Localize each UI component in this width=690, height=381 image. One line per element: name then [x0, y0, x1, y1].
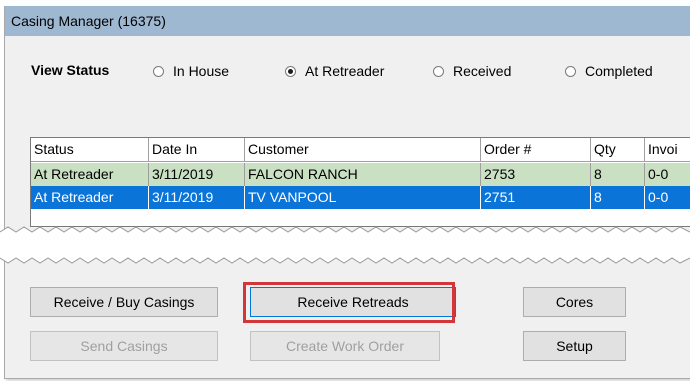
title-bar[interactable]: Casing Manager (16375) — [5, 6, 690, 36]
column-header-customer[interactable]: Customer — [245, 138, 481, 161]
table-row[interactable]: At Retreader 3/11/2019 FALCON RANCH 2753… — [31, 163, 690, 187]
create-work-order-button: Create Work Order — [250, 331, 440, 361]
torn-edge-divider — [0, 226, 690, 264]
column-header-invoice[interactable]: Invoi — [645, 138, 690, 161]
receive-buy-casings-button[interactable]: Receive / Buy Casings — [30, 287, 218, 317]
cores-button[interactable]: Cores — [523, 287, 626, 317]
cell-customer: FALCON RANCH — [245, 163, 481, 186]
callout-highlight-box — [243, 282, 455, 323]
table-header-row: Status Date In Customer Order # Qty Invo… — [31, 138, 690, 162]
cell-customer: TV VANPOOL — [245, 186, 481, 209]
radio-circle-icon — [433, 65, 444, 77]
view-status-label: View Status — [31, 62, 110, 78]
cell-date-in: 3/11/2019 — [149, 163, 245, 186]
cell-invoice: 0-0 — [648, 189, 669, 205]
view-status-group: View Status In House At Retreader Receiv… — [5, 60, 690, 84]
setup-button[interactable]: Setup — [523, 331, 626, 361]
radio-label-completed: Completed — [585, 63, 653, 79]
radio-label-in-house: In House — [173, 63, 230, 79]
cell-status: At Retreader — [31, 163, 149, 186]
radio-circle-icon — [565, 65, 576, 77]
cell-order: 2751 — [481, 186, 591, 209]
column-header-qty[interactable]: Qty — [591, 138, 645, 161]
cell-qty: 8 — [591, 186, 645, 209]
radio-received[interactable]: Received — [433, 60, 511, 82]
radio-label-received: Received — [453, 63, 512, 79]
radio-completed[interactable]: Completed — [565, 60, 653, 82]
cell-date-in: 3/11/2019 — [149, 186, 245, 209]
send-casings-button: Send Casings — [30, 331, 218, 361]
radio-at-retreader[interactable]: At Retreader — [285, 60, 384, 82]
radio-label-at-retreader: At Retreader — [305, 63, 385, 79]
table-row-selected[interactable]: At Retreader 3/11/2019 TV VANPOOL 2751 8… — [31, 186, 690, 209]
cell-qty: 8 — [591, 163, 645, 186]
column-header-order[interactable]: Order # — [481, 138, 591, 161]
cell-status: At Retreader — [31, 186, 149, 209]
cell-order: 2753 — [481, 163, 591, 186]
radio-checked-icon — [285, 65, 296, 77]
radio-circle-icon — [153, 65, 164, 77]
radio-in-house[interactable]: In House — [153, 60, 229, 82]
casing-manager-window: Casing Manager (16375) View Status In Ho… — [4, 6, 690, 379]
column-header-date-in[interactable]: Date In — [149, 138, 245, 161]
column-header-status[interactable]: Status — [31, 138, 149, 161]
cell-invoice: 0-0 — [648, 166, 669, 182]
casings-table[interactable]: Status Date In Customer Order # Qty Invo… — [30, 137, 690, 227]
window-title: Casing Manager (16375) — [11, 13, 166, 29]
